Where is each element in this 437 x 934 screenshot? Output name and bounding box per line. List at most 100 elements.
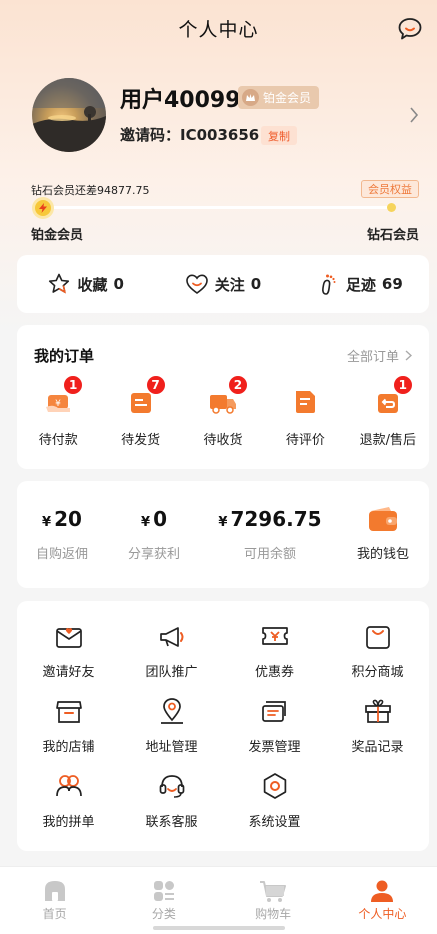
tab-cart[interactable]: 购物车 [219, 867, 328, 934]
service-prize-records[interactable]: 奖品记录 [326, 696, 429, 755]
service-label: 优惠券 [254, 665, 294, 680]
wallet-label: 可用余额 [243, 547, 296, 562]
star-icon [49, 273, 70, 294]
service-label: 积分商城 [351, 665, 404, 680]
chevron-right-icon[interactable] [409, 106, 419, 124]
order-label: 待评价 [285, 433, 325, 448]
order-pending-review[interactable]: 待评价 [264, 387, 346, 448]
category-icon [153, 881, 174, 901]
wallet-amount: 7296.75 [230, 507, 322, 531]
currency-symbol: ¥ [218, 515, 228, 530]
progress-track [35, 206, 391, 209]
order-label: 待付款 [38, 433, 78, 448]
headset-icon [159, 775, 184, 798]
order-label: 退款/售后 [359, 433, 416, 448]
avatar[interactable] [32, 78, 106, 152]
wallet-label: 我的钱包 [357, 547, 410, 562]
svg-text:¥: ¥ [55, 399, 61, 409]
copy-button[interactable]: 复制 [261, 126, 297, 145]
wallet-card: ¥20 自购返佣 ¥0 分享获利 ¥7296.75 可用余额 我的钱包 [17, 481, 429, 588]
service-team-promotion[interactable]: 团队推广 [120, 621, 223, 680]
username: 用户40099 [120, 88, 241, 113]
chat-bubble-icon [398, 18, 422, 40]
self-purchase-rebate[interactable]: ¥20 自购返佣 [31, 507, 93, 562]
shopping-bag-icon [365, 626, 390, 649]
tab-category[interactable]: 分类 [109, 867, 218, 934]
service-label: 系统设置 [248, 815, 301, 830]
available-balance[interactable]: ¥7296.75 可用余额 [217, 507, 323, 562]
order-pending-shipment[interactable]: 7 待发货 [99, 375, 181, 448]
invite-code: 邀请码：IC003656 [120, 126, 260, 144]
next-level: 钻石会员 [366, 228, 419, 243]
service-group-orders[interactable]: 我的拼单 [17, 771, 120, 830]
wallet-label: 分享获利 [127, 547, 180, 562]
order-pending-payment[interactable]: ¥ 1 待付款 [17, 375, 99, 448]
service-customer-support[interactable]: 联系客服 [120, 771, 223, 830]
home-indicator [153, 926, 285, 930]
store-icon [55, 701, 82, 723]
location-pin-icon [160, 698, 183, 724]
wallet-amount: 20 [54, 507, 82, 531]
service-label: 我的店铺 [42, 740, 95, 755]
tab-label: 购物车 [255, 907, 292, 921]
top-bar: 个人中心 [0, 0, 437, 56]
vip-badge: 铂金会员 [238, 86, 320, 109]
cart-icon [260, 881, 287, 902]
tab-label: 分类 [151, 907, 176, 921]
profile-card[interactable]: 用户40099 铂金会员 邀请码：IC003656 复制 [32, 78, 427, 154]
service-my-store[interactable]: 我的店铺 [17, 696, 120, 755]
gift-icon [364, 699, 391, 723]
home-icon [44, 881, 65, 901]
service-label: 邀请好友 [42, 665, 95, 680]
invite-envelope-icon [55, 627, 82, 648]
membership-progress: 钻石会员还差94877.75 会员权益 铂金会员 钻石会员 [31, 180, 419, 243]
service-points-mall[interactable]: 积分商城 [326, 621, 429, 680]
tab-label: 个人中心 [358, 907, 407, 921]
member-rights-button[interactable]: 会员权益 [361, 180, 419, 198]
group-buy-icon [55, 775, 82, 797]
service-invoice[interactable]: 发票管理 [223, 696, 326, 755]
review-icon [296, 391, 316, 413]
megaphone-icon [159, 627, 183, 647]
order-pending-receipt[interactable]: 2 待收货 [182, 375, 264, 448]
order-count-badge: 1 [392, 375, 413, 395]
level-gap-text: 钻石会员还差94877.75 [31, 184, 150, 197]
footprint-icon [321, 274, 336, 295]
currency-symbol: ¥ [42, 515, 52, 530]
stat-label: 关注 [214, 275, 245, 294]
coupon-icon [261, 627, 288, 645]
tab-profile[interactable]: 个人中心 [328, 867, 437, 934]
wallet-amount: 0 [153, 507, 167, 531]
order-label: 待发货 [121, 433, 161, 448]
order-count-badge: 7 [145, 375, 166, 395]
service-system-settings[interactable]: 系统设置 [223, 771, 326, 830]
stat-favorites[interactable]: 收藏 0 [17, 272, 154, 296]
service-label: 奖品记录 [351, 740, 404, 755]
my-wallet-button[interactable]: 我的钱包 [357, 505, 409, 562]
order-label: 待收货 [203, 433, 243, 448]
service-invite-friends[interactable]: 邀请好友 [17, 621, 120, 680]
order-count-badge: 2 [227, 375, 248, 395]
service-label: 联系客服 [145, 815, 198, 830]
stat-footprints[interactable]: 足迹 69 [292, 272, 429, 296]
message-button[interactable] [397, 16, 423, 42]
services-card: 邀请好友 团队推广 优惠券 积分商城 我的店铺 地址管理 发票管理 奖品记录 我… [17, 601, 429, 851]
service-coupons[interactable]: 优惠券 [223, 621, 326, 680]
progress-end-dot [387, 203, 396, 212]
stat-count: 69 [381, 275, 403, 293]
wallet-icon [369, 507, 397, 531]
service-label: 我的拼单 [42, 815, 95, 830]
order-refund[interactable]: 1 退款/售后 [347, 375, 429, 448]
page-title: 个人中心 [178, 18, 259, 41]
stat-following[interactable]: 关注 0 [154, 273, 291, 295]
crown-icon [242, 89, 259, 106]
stats-card: 收藏 0 关注 0 足迹 69 [17, 255, 429, 313]
stat-count: 0 [113, 275, 124, 293]
service-address[interactable]: 地址管理 [120, 696, 223, 755]
tab-home[interactable]: 首页 [0, 867, 109, 934]
order-status-row: ¥ 1 待付款 7 待发货 2 待收货 待评价 1 退款/售后 [17, 375, 429, 448]
all-orders-link[interactable]: 全部订单 [347, 346, 412, 365]
share-profit[interactable]: ¥0 分享获利 [123, 507, 185, 562]
order-count-badge: 1 [63, 375, 84, 395]
invoice-icon [261, 701, 286, 722]
